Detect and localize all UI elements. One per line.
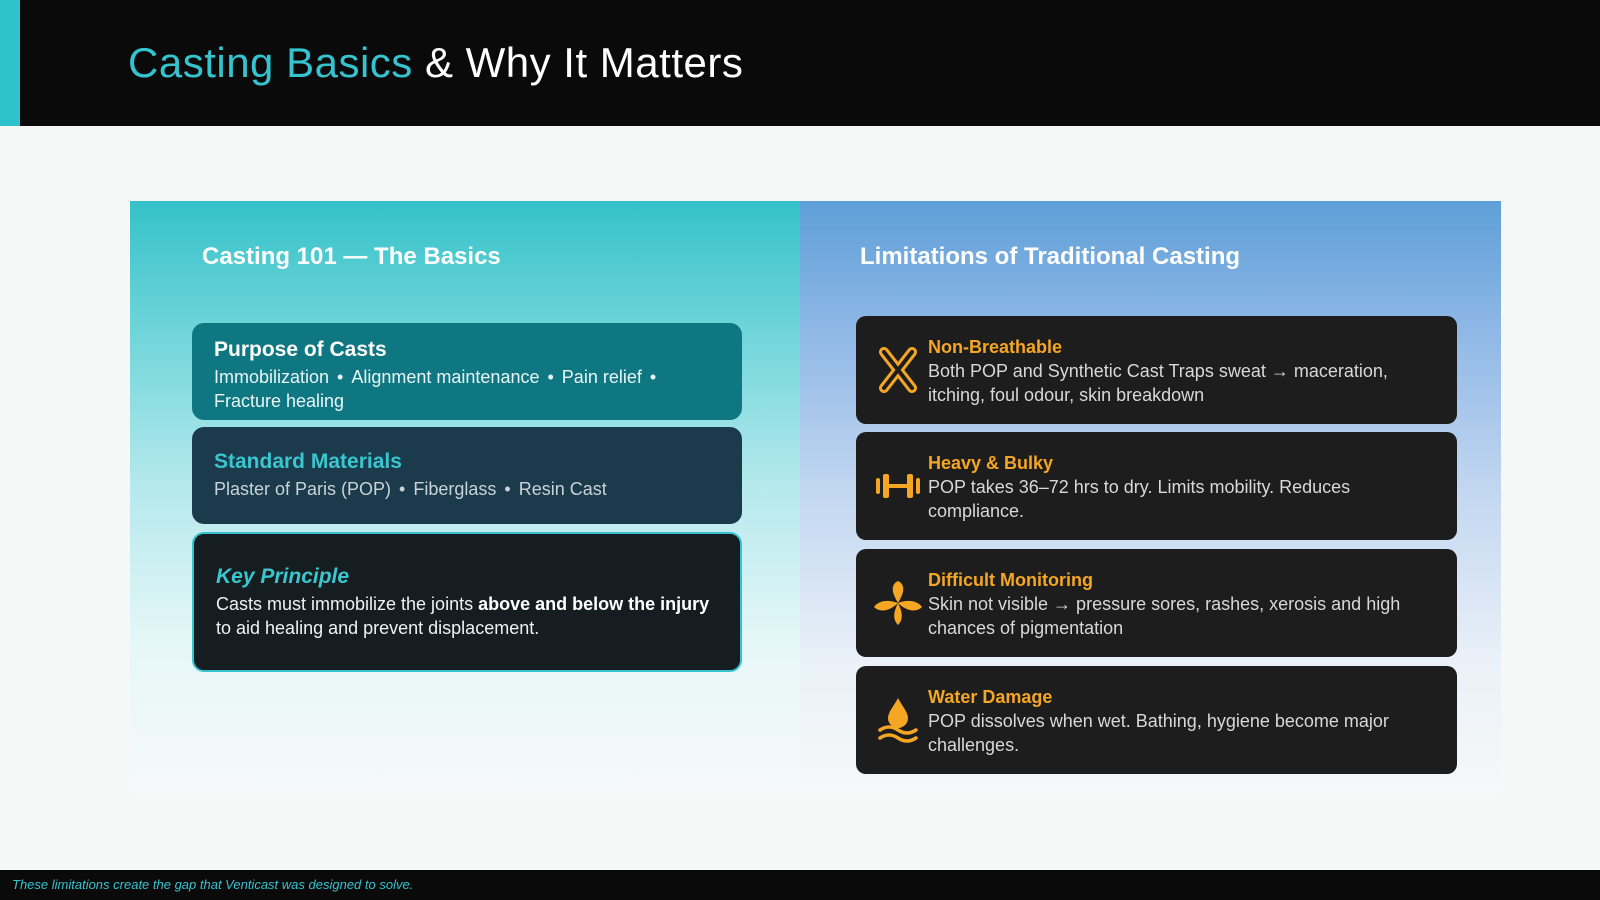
purpose-card: Purpose of Casts Immobilization • Alignmen… (192, 323, 742, 420)
principle-text: Casts must immobilize the joints (216, 594, 479, 614)
basics-panel: Casting 101 — The Basics Purpose of Cast… (130, 201, 800, 794)
limitation-body: POP dissolves when wet. Bathing, hygiene… (928, 711, 1389, 755)
material-item: Fiberglass (413, 479, 497, 499)
limitation-body: Both POP and Synthetic Cast Traps sweat … (928, 361, 1388, 405)
title-accent: Casting Basics (128, 39, 413, 86)
footer-note: These limitations create the gap that Ve… (12, 877, 414, 892)
limitation-body: POP takes 36–72 hrs to dry. Limits mobil… (928, 477, 1351, 521)
principle-text: to aid healing and prevent displacement. (216, 618, 540, 638)
dumbbell-icon (876, 474, 920, 498)
materials-items: Plaster of Paris (POP) • Fiberglass • Resin … (214, 479, 607, 499)
title-rest: & Why It Matters (424, 39, 744, 86)
material-item: Resin Cast (518, 479, 607, 499)
leaf-icon (874, 581, 922, 625)
limitation-body: Skin not visible → pressure sores, rashe… (928, 594, 1401, 638)
purpose-item: Immobilization (214, 367, 330, 387)
limitations-heading: Limitations of Traditional Casting (860, 243, 1241, 270)
limitation-card-water: Water Damage POP dissolves when wet. Bat… (856, 666, 1457, 774)
limitation-card-heavy: Heavy & Bulky POP takes 36–72 hrs to dry… (856, 432, 1457, 540)
purpose-item: Fracture healing (214, 391, 345, 411)
key-principle-title: Key Principle (216, 565, 350, 588)
key-principle-body: Casts must immobilize the joints above a… (216, 592, 718, 640)
limitation-title: Water Damage (928, 687, 1053, 707)
purpose-item: Alignment maintenance (351, 367, 540, 387)
purpose-title: Purpose of Casts (214, 338, 387, 361)
limitation-title: Heavy & Bulky (928, 453, 1054, 473)
page-title: Casting Basics & Why It Matters (128, 36, 743, 90)
material-item: Plaster of Paris (POP) (214, 479, 392, 499)
limitation-title: Difficult Monitoring (928, 570, 1093, 590)
header: Casting Basics & Why It Matters (0, 0, 1600, 126)
basics-heading: Casting 101 — The Basics (202, 243, 501, 270)
purpose-items: Immobilization • Alignment maintenance • Pai… (214, 367, 657, 411)
materials-card: Standard Materials Plaster of Paris (POP… (192, 427, 742, 524)
limitation-card-monitoring: Difficult Monitoring Skin not visible → … (856, 549, 1457, 657)
limitation-title: Non-Breathable (928, 337, 1063, 357)
key-principle-card: Key Principle Casts must immobilize the … (192, 532, 742, 672)
water-drop-icon (878, 698, 918, 743)
limitations-panel: Limitations of Traditional Casting Non-B… (800, 201, 1501, 794)
cross-icon (879, 347, 917, 393)
principle-emphasis: above and below the injury (478, 594, 710, 614)
limitation-card-non-breathable: Non-Breathable Both POP and Synthetic Ca… (856, 316, 1457, 424)
header-accent-bar (0, 0, 20, 126)
materials-title: Standard Materials (214, 450, 402, 473)
footer: These limitations create the gap that Ve… (0, 870, 1600, 900)
purpose-item: Pain relief (561, 367, 642, 387)
